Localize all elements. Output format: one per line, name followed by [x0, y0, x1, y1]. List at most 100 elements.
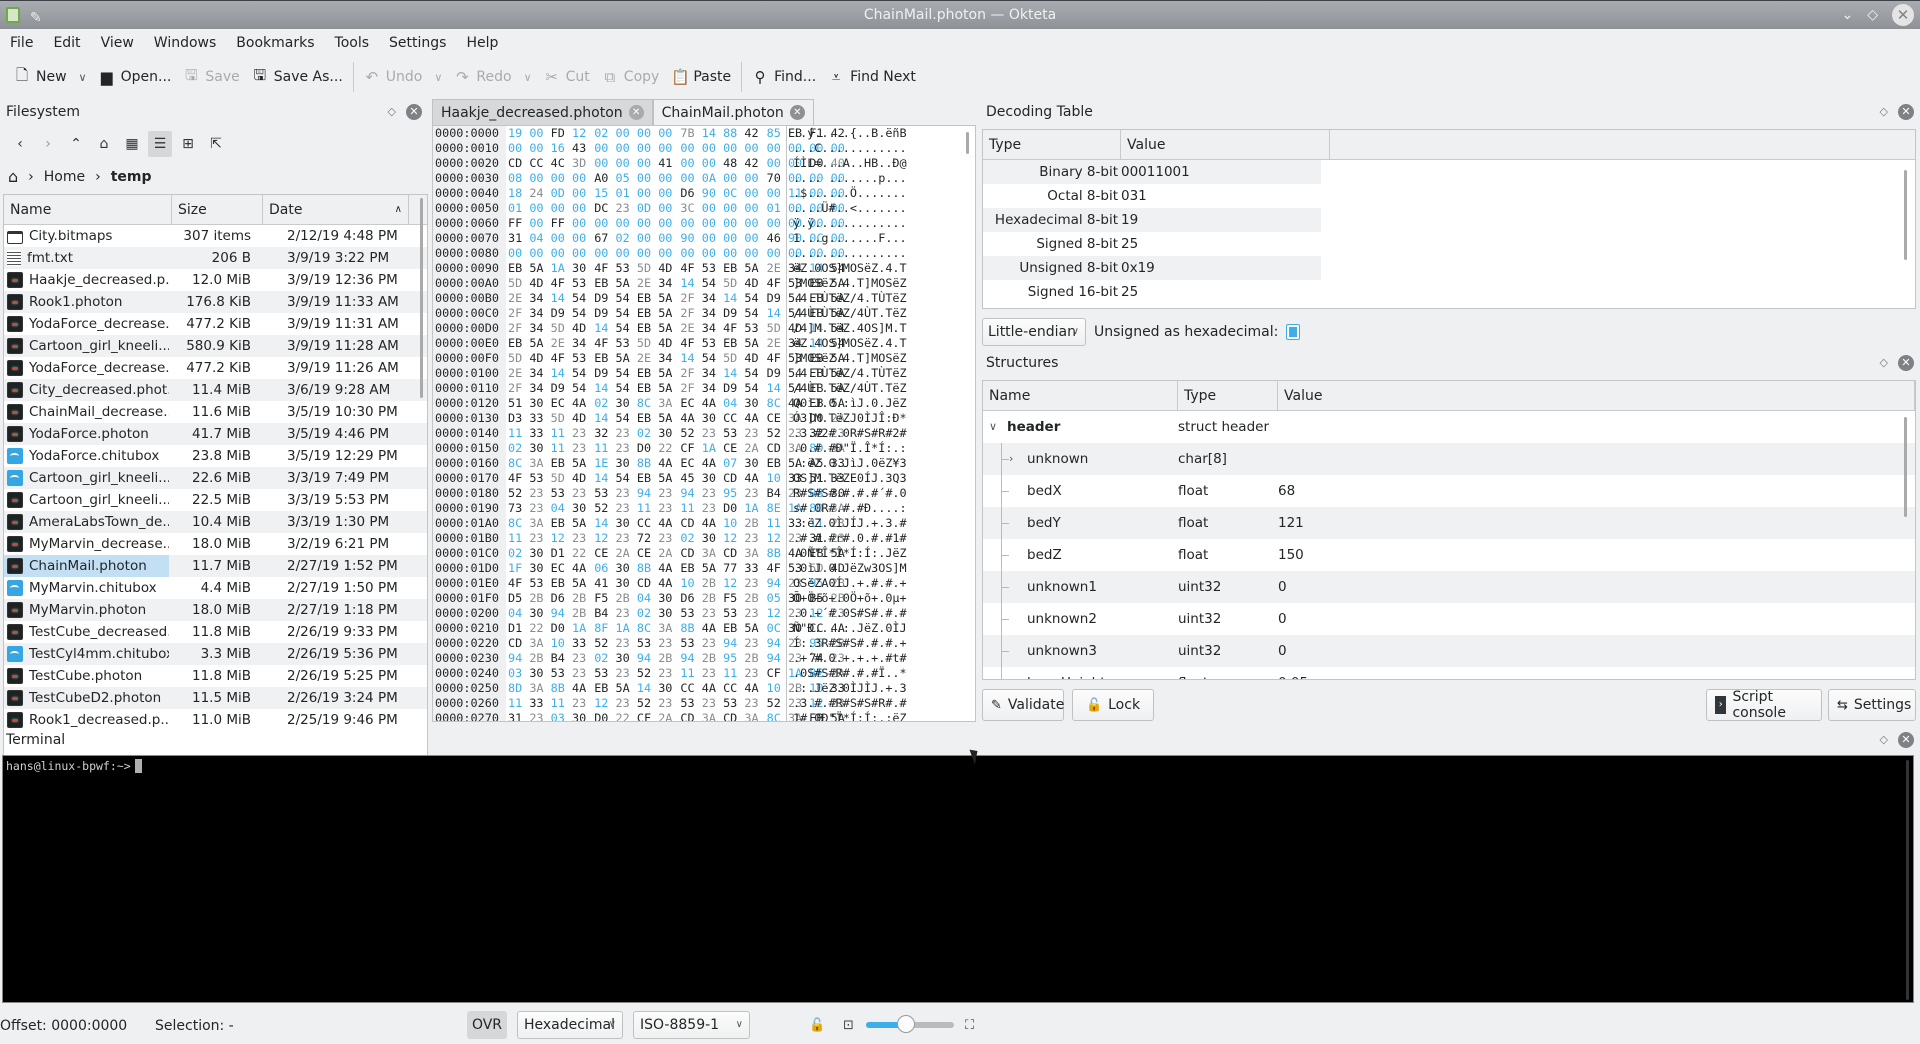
hex-chars[interactable]: .0ìJ.0.JëZw3OS]M	[786, 561, 956, 576]
hex-bytes[interactable]: 18 24 0D 00 15 01 00 00 D6 90 0C 00 00 1…	[506, 186, 845, 201]
zoom-out-icon[interactable]: ⊡	[843, 1008, 854, 1044]
terminal-console[interactable]: hans@linux-bpwf:~>	[2, 755, 1914, 1003]
hex-chars[interactable]: ]MOSëZ.4.T]MOSëZ	[786, 276, 956, 291]
char-coding-select[interactable]: ISO-8859-1 ∨	[633, 1011, 750, 1039]
column-name[interactable]: Name	[983, 381, 1178, 410]
file-row[interactable]: MyMarvin_decrease... 18.0 MiB 3/2/19 6:21 …	[4, 533, 427, 555]
file-row[interactable]: Haakje_decreased.p... 12.0 MiB 3/9/19 12:3…	[4, 269, 427, 291]
sync-folder-icon[interactable]: ⇱	[204, 131, 228, 157]
hex-chars[interactable]: 1...g.......F...	[786, 231, 956, 246]
hex-chars[interactable]: ]MOSëZ.4.T]MOSëZ	[786, 351, 956, 366]
hex-bytes[interactable]: 2E 34 14 54 D9 54 EB 5A 2F 34 14 54 D9 5…	[506, 366, 845, 381]
menu-bookmarks[interactable]: Bookmarks	[226, 30, 324, 56]
hex-bytes[interactable]: EB 5A 1A 30 4F 53 5D 4D 4F 53 EB 5A 2E 3…	[506, 261, 845, 276]
structure-row[interactable]: bedZ float 150	[983, 539, 1915, 571]
file-row[interactable]: TestCyl4mm.chitubox 3.3 MiB 2/26/19 5:36 P…	[4, 643, 427, 665]
file-row[interactable]: City.bitmaps 307 items 2/12/19 4:48 PM	[4, 225, 427, 247]
hex-chars[interactable]: .0.#.#Ð"Ï.Î*Í:.:	[786, 441, 956, 456]
hex-bytes[interactable]: 8C 3A EB 5A 1E 30 8B 4A EC 4A 07 30 EB 5…	[506, 456, 845, 471]
file-row[interactable]: City_decreased.phot... 11.4 MiB 3/6/19 9:2…	[4, 379, 427, 401]
hex-bytes[interactable]: 51 30 EC 4A 02 30 8C 3A EC 4A 04 30 8C 4…	[506, 396, 845, 411]
hex-chars[interactable]: ................	[786, 246, 956, 261]
structure-value[interactable]: 0	[1278, 603, 1478, 635]
close-panel-icon[interactable]: ✕	[1898, 732, 1914, 748]
hex-bytes[interactable]: 1F 30 EC 4A 06 30 8B 4A EB 5A 77 33 4F 5…	[506, 561, 845, 576]
file-row[interactable]: Cartoon_girl_kneeli... 580.9 KiB 3/9/19 11…	[4, 335, 427, 357]
hex-chars[interactable]: .$......Ö.......	[786, 186, 956, 201]
file-row[interactable]: MyMarvin.chitubox 4.4 MiB 2/27/19 1:50 PM	[4, 577, 427, 599]
hex-bytes[interactable]: 94 2B B4 23 02 30 94 2B 94 2B 95 2B 94 2…	[506, 651, 845, 666]
structure-row[interactable]: unknown3 uint32 0	[983, 635, 1915, 667]
hex-chars[interactable]: .... .......p...	[786, 171, 956, 186]
tab-chainmail[interactable]: ChainMail.photon ✕	[652, 99, 814, 125]
readonly-lock-icon[interactable]: 🔓	[809, 1008, 825, 1044]
structure-value[interactable]: 0	[1278, 571, 1478, 603]
hex-bytes[interactable]: 19 00 FD 12 02 00 00 00 7B 14 88 42 85 E…	[506, 126, 845, 141]
value-coding-select[interactable]: Hexadecimal ∨	[517, 1011, 623, 1039]
hex-bytes[interactable]: 04 30 94 2B B4 23 02 30 53 23 53 23 12 2…	[506, 606, 845, 621]
close-panel-icon[interactable]: ✕	[1898, 104, 1914, 120]
breadcrumb-home[interactable]: Home	[44, 169, 85, 185]
structure-value[interactable]: 150	[1278, 539, 1478, 571]
hex-chars[interactable]: .3.#2#.0R#S#R#2#	[786, 426, 956, 441]
hex-chars[interactable]: .0S#S#R#.#.#Ï..*	[786, 666, 956, 681]
file-row[interactable]: YodaForce.chitubox 23.8 MiB 3/5/19 12:29 P…	[4, 445, 427, 467]
float-panel-icon[interactable]: ◇	[1880, 99, 1888, 125]
hex-bytes[interactable]: 03 30 53 23 53 23 52 23 11 23 11 23 CF 1…	[506, 666, 845, 681]
hex-bytes[interactable]: 5D 4D 4F 53 EB 5A 2E 34 14 54 5D 4D 4F 5…	[506, 276, 845, 291]
find-button[interactable]: ⚲ Find...	[746, 62, 822, 92]
structure-value[interactable]: 121	[1278, 507, 1478, 539]
menu-help[interactable]: Help	[456, 30, 508, 56]
hex-chars[interactable]: s#.0R#.#.#Ð....:	[786, 501, 956, 516]
structure-row[interactable]: layerHeight float0.05	[983, 667, 1915, 679]
hex-bytes[interactable]: 73 23 04 30 52 23 11 23 11 23 D0 1A 8E 1…	[506, 501, 845, 516]
hex-chars[interactable]: .4.TÙTëZ/4.TÙTëZ	[786, 366, 956, 381]
copy-button[interactable]: ⧉ Copy	[596, 62, 666, 92]
close-panel-icon[interactable]: ✕	[406, 104, 422, 120]
file-row[interactable]: YodaForce.photon 41.7 MiB 3/5/19 4:46 PM	[4, 423, 427, 445]
column-value[interactable]: Value	[1278, 381, 1915, 410]
file-row[interactable]: ChainMail.photon 11.7 MiB 2/27/19 1:52 PM	[4, 555, 427, 577]
structure-value[interactable]: 68	[1278, 475, 1478, 507]
new-button[interactable]: 🗋 New	[8, 62, 73, 92]
chevron-down-icon[interactable]: ∨	[989, 411, 997, 443]
float-panel-icon[interactable]: ◇	[1880, 727, 1888, 753]
hex-bytes[interactable]: EB 5A 2E 34 4F 53 5D 4D 4F 53 EB 5A 2E 3…	[506, 336, 845, 351]
hex-bytes[interactable]: 31 23 03 30 D0 22 CF 2A CD 3A CD 3A 8C 3…	[506, 711, 845, 721]
structure-row[interactable]: › unknown char[8]	[983, 443, 1915, 475]
float-panel-icon[interactable]: ◇	[388, 99, 396, 125]
hex-chars[interactable]: ÍÌL=...A..HB..Ð@	[786, 156, 956, 171]
zoom-fit-icon[interactable]: ⛶	[965, 1008, 974, 1044]
file-row[interactable]: Cartoon_girl_kneeli... 22.6 MiB 3/3/19 7:4…	[4, 467, 427, 489]
breadcrumb-current[interactable]: temp	[111, 169, 152, 185]
structure-value[interactable]: 0	[1278, 635, 1478, 667]
decoding-row[interactable]: Octal 8-bit 031	[983, 184, 1915, 208]
endianness-select[interactable]: Little-endian ∨	[982, 318, 1086, 346]
file-row[interactable]: ChainMail_decrease... 11.6 MiB 3/5/19 10:3…	[4, 401, 427, 423]
hex-chars[interactable]: ....Ü#..<.......	[786, 201, 956, 216]
column-type[interactable]: Type	[1178, 381, 1278, 410]
hex-chars[interactable]: .3.#.#R#S#S#R#.#	[786, 696, 956, 711]
column-type[interactable]: Type	[983, 130, 1121, 159]
hex-bytes[interactable]: 5D 4D 4F 53 EB 5A 2E 34 14 54 5D 4D 4F 5…	[506, 351, 845, 366]
unsigned-hex-checkbox[interactable]	[1286, 324, 1301, 340]
structure-row[interactable]: bedX float 68	[983, 475, 1915, 507]
hex-chars[interactable]: /4]M.TëZ.4OS]M.T	[786, 321, 956, 336]
file-row[interactable]: fmt.txt 206 B 3/9/19 3:22 PM	[4, 247, 427, 269]
icons-view-icon[interactable]: ▦	[120, 131, 144, 157]
terminal-scrollbar[interactable]	[1906, 760, 1909, 1000]
decoding-row[interactable]: Binary 8-bit 00011001	[983, 160, 1915, 184]
hex-bytes[interactable]: 4F 53 EB 5A 41 30 CD 4A 10 2B 12 23 94 2…	[506, 576, 845, 591]
hex-chars[interactable]: OS]M.TëZE0ÍJ.3Q3	[786, 471, 956, 486]
hex-chars[interactable]: Q0ìJ.0.:ìJ.0.JëZ	[786, 396, 956, 411]
hex-bytes[interactable]: 4F 53 5D 4D 14 54 EB 5A 45 30 CD 4A 10 3…	[506, 471, 845, 486]
hex-bytes[interactable]: 8D 3A 8B 4A EB 5A 14 30 CC 4A CC 4A 10 2…	[506, 681, 845, 696]
hex-chars[interactable]: ëZ.0OS]MOSëZ.4.T	[786, 261, 956, 276]
redo-dropdown-arrow[interactable]: ∨	[518, 71, 538, 84]
close-tab-icon[interactable]: ✕	[789, 105, 805, 120]
menu-tools[interactable]: Tools	[325, 30, 380, 56]
hex-bytes[interactable]: 2F 34 D9 54 D9 54 EB 5A 2F 34 D9 54 14 5…	[506, 306, 845, 321]
pin-icon[interactable]: ✎	[30, 4, 42, 32]
hex-bytes[interactable]: FF 00 FF 00 00 00 00 00 00 00 00 00 00 0…	[506, 216, 845, 231]
hex-chars[interactable]: Ó3]M.TëZJ0ÌJÎ:Ð*	[786, 411, 956, 426]
